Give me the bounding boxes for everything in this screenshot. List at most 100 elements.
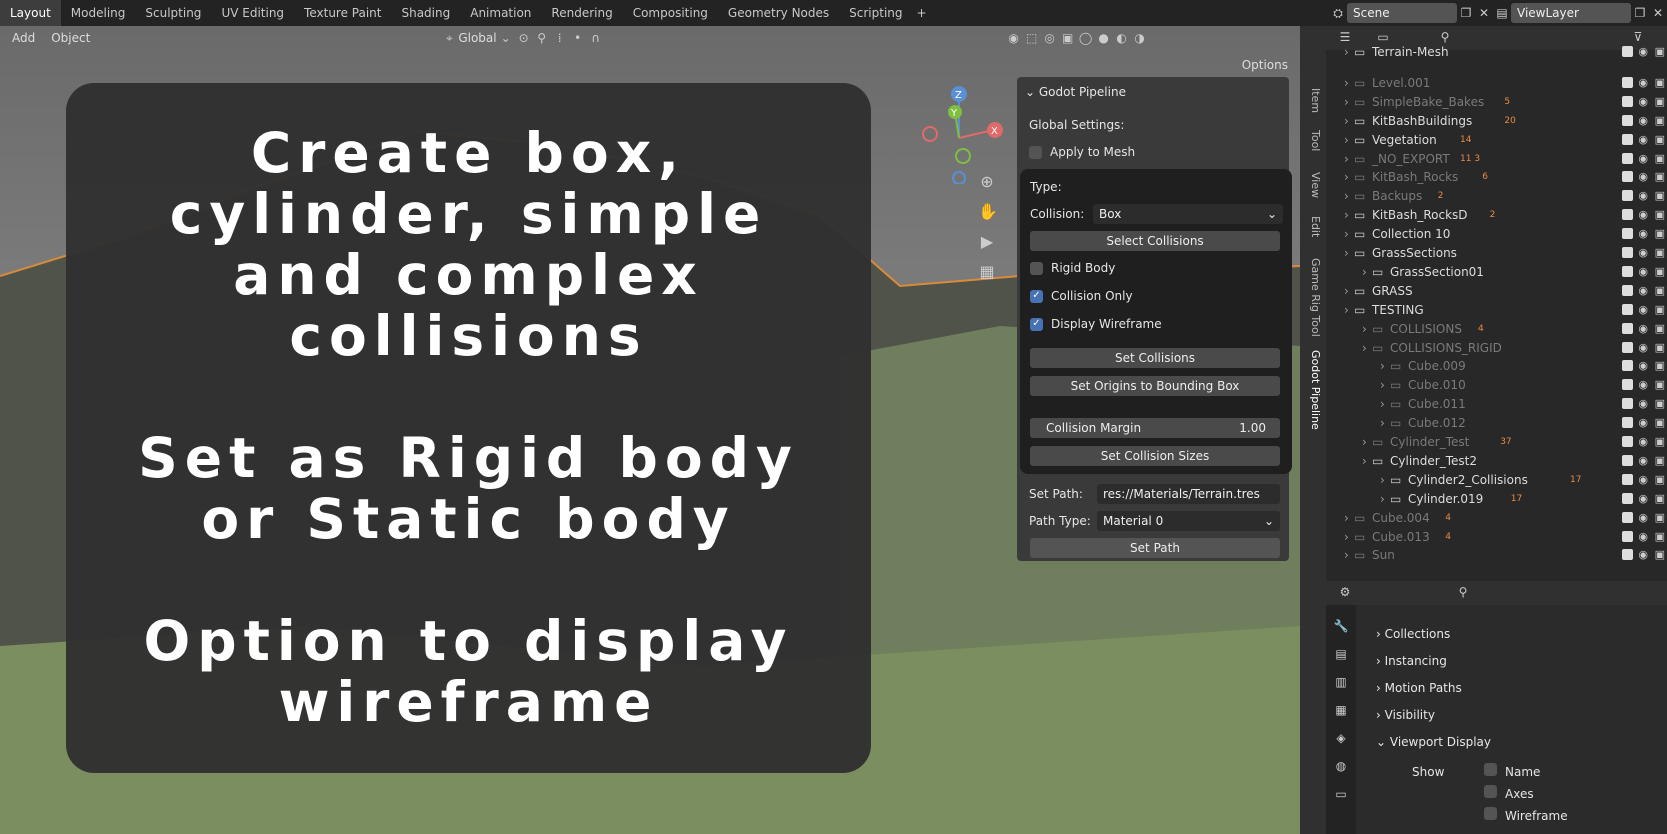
eye-icon[interactable]: ◉: [1638, 527, 1648, 547]
camera-render-icon[interactable]: ▣: [1655, 281, 1665, 301]
collision-type-dropdown[interactable]: Box ⌄: [1093, 204, 1283, 224]
exclude-checkbox[interactable]: [1622, 133, 1633, 145]
outliner-row[interactable]: › ▭ GRASS ◉ ▣: [1326, 281, 1667, 301]
exclude-checkbox[interactable]: [1622, 417, 1633, 429]
expand-arrow-icon[interactable]: ›: [1344, 167, 1349, 187]
expand-arrow-icon[interactable]: ›: [1344, 300, 1349, 320]
eye-icon[interactable]: ◉: [1638, 470, 1648, 490]
outliner-row[interactable]: › ▭ Cylinder_Test 37 ◉ ▣: [1326, 432, 1667, 452]
view-layer-icon[interactable]: ▦: [1332, 703, 1350, 717]
camera-render-icon[interactable]: ▣: [1655, 205, 1665, 225]
camera-render-icon[interactable]: ▣: [1655, 375, 1665, 395]
tab-modeling[interactable]: Modeling: [61, 0, 136, 26]
outliner-row[interactable]: › ▭ _NO_EXPORT 11 3 ◉ ▣: [1326, 149, 1667, 169]
outliner-row[interactable]: › ▭ Terrain-Mesh ◉ ▣: [1326, 42, 1667, 62]
exclude-checkbox[interactable]: [1622, 322, 1633, 334]
exclude-checkbox[interactable]: [1622, 265, 1633, 277]
expand-arrow-icon[interactable]: ›: [1344, 149, 1349, 169]
expand-arrow-icon[interactable]: ›: [1344, 186, 1349, 206]
tool-icon[interactable]: 🔧: [1332, 619, 1350, 633]
expand-arrow-icon[interactable]: ›: [1380, 470, 1385, 490]
set-collisions-button[interactable]: Set Collisions: [1030, 348, 1280, 368]
exclude-checkbox[interactable]: [1622, 95, 1633, 107]
output-icon[interactable]: ▥: [1332, 675, 1350, 689]
exclude-checkbox[interactable]: [1622, 171, 1633, 183]
expand-arrow-icon[interactable]: ›: [1380, 413, 1385, 433]
exclude-checkbox[interactable]: [1622, 46, 1633, 57]
camera-render-icon[interactable]: ▣: [1655, 413, 1665, 433]
tab-animation[interactable]: Animation: [460, 0, 541, 26]
show-axes-checkbox[interactable]: Axes: [1484, 783, 1667, 805]
tab-geometry-nodes[interactable]: Geometry Nodes: [718, 0, 839, 26]
tab-layout[interactable]: Layout: [0, 0, 61, 26]
rigid-body-checkbox[interactable]: Rigid Body: [1030, 257, 1115, 279]
camera-render-icon[interactable]: ▣: [1655, 470, 1665, 490]
expand-arrow-icon[interactable]: ›: [1344, 545, 1349, 565]
eye-icon[interactable]: ◉: [1638, 281, 1648, 301]
options-menu[interactable]: Options: [1242, 58, 1288, 72]
material-shading-icon[interactable]: ◐: [1113, 31, 1131, 45]
new-view-layer-icon[interactable]: ❐: [1631, 6, 1649, 20]
camera-render-icon[interactable]: ▣: [1655, 92, 1665, 112]
outliner-row[interactable]: › ▭ Cube.010 ◉ ▣: [1326, 375, 1667, 395]
eye-icon[interactable]: ◉: [1638, 319, 1648, 339]
outliner-row[interactable]: › ▭ COLLISIONS_RIGID ◉ ▣: [1326, 338, 1667, 358]
outliner-row[interactable]: › ▭ GrassSections ◉ ▣: [1326, 243, 1667, 263]
view-layer-field[interactable]: ViewLayer: [1511, 3, 1631, 23]
proportional-edit-icon[interactable]: •: [569, 31, 587, 45]
eye-icon[interactable]: ◉: [1638, 262, 1648, 282]
exclude-checkbox[interactable]: [1622, 436, 1633, 447]
camera-render-icon[interactable]: ▣: [1655, 42, 1665, 62]
exclude-checkbox[interactable]: [1622, 492, 1633, 504]
camera-render-icon[interactable]: ▣: [1655, 111, 1665, 131]
checkmark-icon[interactable]: ✓: [1030, 317, 1043, 331]
exclude-checkbox[interactable]: [1622, 152, 1633, 164]
eye-icon[interactable]: ◉: [1638, 394, 1648, 414]
camera-render-icon[interactable]: ▣: [1655, 167, 1665, 187]
select-collisions-button[interactable]: Select Collisions: [1030, 231, 1280, 251]
expand-arrow-icon[interactable]: ›: [1362, 338, 1367, 358]
checkbox-box[interactable]: [1484, 763, 1497, 776]
eye-icon[interactable]: ◉: [1638, 73, 1648, 93]
snap-target-icon[interactable]: ⁞: [551, 31, 569, 45]
editor-type-icon[interactable]: ⚙: [1336, 585, 1354, 599]
expand-arrow-icon[interactable]: ›: [1344, 508, 1349, 528]
expand-arrow-icon[interactable]: ›: [1380, 356, 1385, 376]
tab-shading[interactable]: Shading: [391, 0, 460, 26]
delete-view-layer-icon[interactable]: ✕: [1649, 6, 1667, 20]
eye-icon[interactable]: ◉: [1638, 300, 1648, 320]
outliner-row[interactable]: › ▭ Cylinder.019 17 ◉ ▣: [1326, 489, 1667, 509]
eye-icon[interactable]: ◉: [1638, 167, 1648, 187]
new-scene-icon[interactable]: ❐: [1457, 6, 1475, 20]
visibility-icon[interactable]: ◉: [1005, 31, 1023, 45]
tab-view[interactable]: View: [1304, 172, 1322, 198]
path-type-dropdown[interactable]: Material 0 ⌄: [1097, 511, 1280, 531]
collision-only-checkbox[interactable]: ✓ Collision Only: [1030, 285, 1133, 307]
camera-render-icon[interactable]: ▣: [1655, 224, 1665, 244]
outliner-row[interactable]: › ▭ Cylinder2_Collisions 17 ◉ ▣: [1326, 470, 1667, 490]
show-name-checkbox[interactable]: Name: [1484, 761, 1667, 783]
expand-arrow-icon[interactable]: ›: [1344, 243, 1349, 263]
outliner-row[interactable]: › ▭ KitBashBuildings 20 ◉ ▣: [1326, 111, 1667, 131]
camera-render-icon[interactable]: ▣: [1655, 319, 1665, 339]
scene-field[interactable]: Scene: [1347, 3, 1457, 23]
camera-render-icon[interactable]: ▣: [1655, 186, 1665, 206]
exclude-checkbox[interactable]: [1622, 454, 1633, 466]
camera-icon[interactable]: ▶: [978, 232, 996, 251]
eye-icon[interactable]: ◉: [1638, 92, 1648, 112]
outliner-row[interactable]: › ▭ KitBash_Rocks 6 ◉ ▣: [1326, 167, 1667, 187]
expand-arrow-icon[interactable]: ›: [1344, 73, 1349, 93]
expand-arrow-icon[interactable]: ›: [1380, 394, 1385, 414]
checkbox-box[interactable]: [1484, 807, 1497, 820]
tab-game-rig-tool[interactable]: Game Rig Tool: [1304, 258, 1322, 337]
set-path-field[interactable]: res://Materials/Terrain.tres: [1097, 484, 1280, 504]
section-instancing[interactable]: › Instancing: [1376, 650, 1667, 672]
falloff-icon[interactable]: ∩: [587, 31, 605, 45]
outliner-row[interactable]: › ▭ Vegetation 14 ◉ ▣: [1326, 130, 1667, 150]
delete-scene-icon[interactable]: ✕: [1475, 6, 1493, 20]
eye-icon[interactable]: ◉: [1638, 224, 1648, 244]
tab-compositing[interactable]: Compositing: [623, 0, 718, 26]
section-viewport-display[interactable]: ⌄ Viewport Display: [1376, 731, 1667, 753]
exclude-checkbox[interactable]: [1622, 247, 1633, 258]
tab-tool[interactable]: Tool: [1304, 130, 1322, 151]
